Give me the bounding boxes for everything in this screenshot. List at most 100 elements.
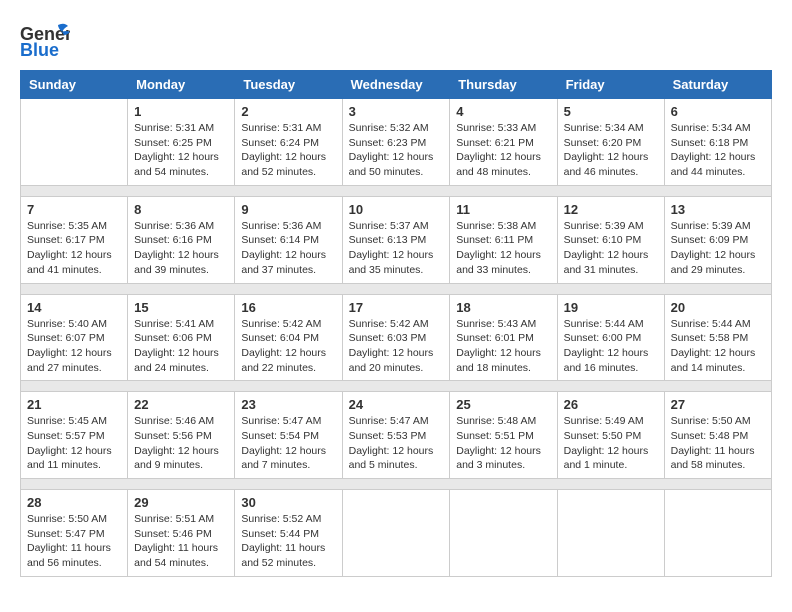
day-number: 16 (241, 300, 335, 315)
calendar-cell: 4 Sunrise: 5:33 AM Sunset: 6:21 PM Daylig… (450, 99, 557, 186)
day-number: 18 (456, 300, 550, 315)
calendar-cell: 2Sunrise: 5:31 AM Sunset: 6:24 PM Daylig… (235, 99, 342, 186)
day-info: Sunrise: 5:43 AM Sunset: 6:01 PM Dayligh… (456, 317, 550, 376)
calendar-cell: 13Sunrise: 5:39 AM Sunset: 6:09 PM Dayli… (664, 196, 771, 283)
calendar-cell: 21Sunrise: 5:45 AM Sunset: 5:57 PM Dayli… (21, 392, 128, 479)
day-number: 13 (671, 202, 765, 217)
logo: General Blue (20, 20, 70, 60)
day-number: 26 (564, 397, 658, 412)
day-number: 10 (349, 202, 444, 217)
day-number: 22 (134, 397, 228, 412)
calendar-table: SundayMondayTuesdayWednesdayThursdayFrid… (20, 70, 772, 577)
row-separator (21, 283, 772, 294)
day-info: Sunrise: 5:39 AM Sunset: 6:10 PM Dayligh… (564, 219, 658, 278)
page-header: General Blue (20, 20, 772, 60)
day-number: 5 (564, 104, 658, 119)
calendar-cell: 11 Sunrise: 5:38 AM Sunset: 6:11 PM Dayli… (450, 196, 557, 283)
calendar-cell: 20 Sunrise: 5:44 AM Sunset: 5:58 PM Dayli… (664, 294, 771, 381)
day-info: Sunrise: 5:46 AM Sunset: 5:56 PM Dayligh… (134, 414, 228, 473)
day-number: 1 (134, 104, 228, 119)
calendar-cell: 6 Sunrise: 5:34 AM Sunset: 6:18 PM Daylig… (664, 99, 771, 186)
calendar-cell: 19Sunrise: 5:44 AM Sunset: 6:00 PM Dayli… (557, 294, 664, 381)
calendar-cell: 18 Sunrise: 5:43 AM Sunset: 6:01 PM Dayli… (450, 294, 557, 381)
day-number: 15 (134, 300, 228, 315)
calendar-cell: 5 Sunrise: 5:34 AM Sunset: 6:20 PM Daylig… (557, 99, 664, 186)
calendar-cell: 8 Sunrise: 5:36 AM Sunset: 6:16 PM Daylig… (128, 196, 235, 283)
calendar-week-1: 1Sunrise: 5:31 AM Sunset: 6:25 PM Daylig… (21, 99, 772, 186)
column-header-tuesday: Tuesday (235, 71, 342, 99)
calendar-cell (342, 490, 450, 577)
day-info: Sunrise: 5:34 AM Sunset: 6:20 PM Dayligh… (564, 121, 658, 180)
day-info: Sunrise: 5:51 AM Sunset: 5:46 PM Dayligh… (134, 512, 228, 571)
calendar-cell: 30 Sunrise: 5:52 AM Sunset: 5:44 PM Dayli… (235, 490, 342, 577)
day-info: Sunrise: 5:47 AM Sunset: 5:54 PM Dayligh… (241, 414, 335, 473)
calendar-cell (21, 99, 128, 186)
calendar-cell: 1Sunrise: 5:31 AM Sunset: 6:25 PM Daylig… (128, 99, 235, 186)
calendar-cell: 14 Sunrise: 5:40 AM Sunset: 6:07 PM Dayli… (21, 294, 128, 381)
column-header-sunday: Sunday (21, 71, 128, 99)
day-info: Sunrise: 5:50 AM Sunset: 5:47 PM Dayligh… (27, 512, 121, 571)
day-info: Sunrise: 5:36 AM Sunset: 6:14 PM Dayligh… (241, 219, 335, 278)
calendar-cell: 9 Sunrise: 5:36 AM Sunset: 6:14 PM Daylig… (235, 196, 342, 283)
day-number: 30 (241, 495, 335, 510)
day-info: Sunrise: 5:45 AM Sunset: 5:57 PM Dayligh… (27, 414, 121, 473)
day-info: Sunrise: 5:38 AM Sunset: 6:11 PM Dayligh… (456, 219, 550, 278)
day-info: Sunrise: 5:37 AM Sunset: 6:13 PM Dayligh… (349, 219, 444, 278)
day-info: Sunrise: 5:35 AM Sunset: 6:17 PM Dayligh… (27, 219, 121, 278)
day-info: Sunrise: 5:33 AM Sunset: 6:21 PM Dayligh… (456, 121, 550, 180)
day-number: 23 (241, 397, 335, 412)
column-header-monday: Monday (128, 71, 235, 99)
column-header-saturday: Saturday (664, 71, 771, 99)
calendar-cell: 28Sunrise: 5:50 AM Sunset: 5:47 PM Dayli… (21, 490, 128, 577)
day-number: 3 (349, 104, 444, 119)
day-info: Sunrise: 5:42 AM Sunset: 6:03 PM Dayligh… (349, 317, 444, 376)
calendar-cell (557, 490, 664, 577)
day-info: Sunrise: 5:44 AM Sunset: 5:58 PM Dayligh… (671, 317, 765, 376)
calendar-week-3: 14 Sunrise: 5:40 AM Sunset: 6:07 PM Dayli… (21, 294, 772, 381)
day-number: 29 (134, 495, 228, 510)
calendar-cell: 29 Sunrise: 5:51 AM Sunset: 5:46 PM Dayli… (128, 490, 235, 577)
calendar-cell: 3 Sunrise: 5:32 AM Sunset: 6:23 PM Daylig… (342, 99, 450, 186)
day-number: 8 (134, 202, 228, 217)
day-number: 12 (564, 202, 658, 217)
day-info: Sunrise: 5:49 AM Sunset: 5:50 PM Dayligh… (564, 414, 658, 473)
day-number: 9 (241, 202, 335, 217)
day-info: Sunrise: 5:40 AM Sunset: 6:07 PM Dayligh… (27, 317, 121, 376)
day-number: 11 (456, 202, 550, 217)
column-header-friday: Friday (557, 71, 664, 99)
day-info: Sunrise: 5:36 AM Sunset: 6:16 PM Dayligh… (134, 219, 228, 278)
day-info: Sunrise: 5:41 AM Sunset: 6:06 PM Dayligh… (134, 317, 228, 376)
calendar-cell: 26 Sunrise: 5:49 AM Sunset: 5:50 PM Dayli… (557, 392, 664, 479)
day-info: Sunrise: 5:31 AM Sunset: 6:24 PM Dayligh… (241, 121, 335, 180)
row-separator (21, 185, 772, 196)
calendar-week-4: 21Sunrise: 5:45 AM Sunset: 5:57 PM Dayli… (21, 392, 772, 479)
calendar-cell: 12 Sunrise: 5:39 AM Sunset: 6:10 PM Dayli… (557, 196, 664, 283)
calendar-week-5: 28Sunrise: 5:50 AM Sunset: 5:47 PM Dayli… (21, 490, 772, 577)
calendar-cell: 24Sunrise: 5:47 AM Sunset: 5:53 PM Dayli… (342, 392, 450, 479)
day-number: 14 (27, 300, 121, 315)
row-separator (21, 479, 772, 490)
day-number: 4 (456, 104, 550, 119)
day-number: 7 (27, 202, 121, 217)
day-number: 19 (564, 300, 658, 315)
day-info: Sunrise: 5:52 AM Sunset: 5:44 PM Dayligh… (241, 512, 335, 571)
day-number: 27 (671, 397, 765, 412)
column-header-wednesday: Wednesday (342, 71, 450, 99)
calendar-cell: 7 Sunrise: 5:35 AM Sunset: 6:17 PM Daylig… (21, 196, 128, 283)
day-info: Sunrise: 5:42 AM Sunset: 6:04 PM Dayligh… (241, 317, 335, 376)
day-number: 25 (456, 397, 550, 412)
day-info: Sunrise: 5:50 AM Sunset: 5:48 PM Dayligh… (671, 414, 765, 473)
calendar-cell: 15 Sunrise: 5:41 AM Sunset: 6:06 PM Dayli… (128, 294, 235, 381)
day-number: 24 (349, 397, 444, 412)
calendar-week-2: 7 Sunrise: 5:35 AM Sunset: 6:17 PM Daylig… (21, 196, 772, 283)
day-number: 20 (671, 300, 765, 315)
calendar-cell: 22 Sunrise: 5:46 AM Sunset: 5:56 PM Dayli… (128, 392, 235, 479)
calendar-cell: 17Sunrise: 5:42 AM Sunset: 6:03 PM Dayli… (342, 294, 450, 381)
day-info: Sunrise: 5:32 AM Sunset: 6:23 PM Dayligh… (349, 121, 444, 180)
calendar-header: SundayMondayTuesdayWednesdayThursdayFrid… (21, 71, 772, 99)
day-number: 6 (671, 104, 765, 119)
row-separator (21, 381, 772, 392)
calendar-cell (664, 490, 771, 577)
day-info: Sunrise: 5:34 AM Sunset: 6:18 PM Dayligh… (671, 121, 765, 180)
day-info: Sunrise: 5:48 AM Sunset: 5:51 PM Dayligh… (456, 414, 550, 473)
